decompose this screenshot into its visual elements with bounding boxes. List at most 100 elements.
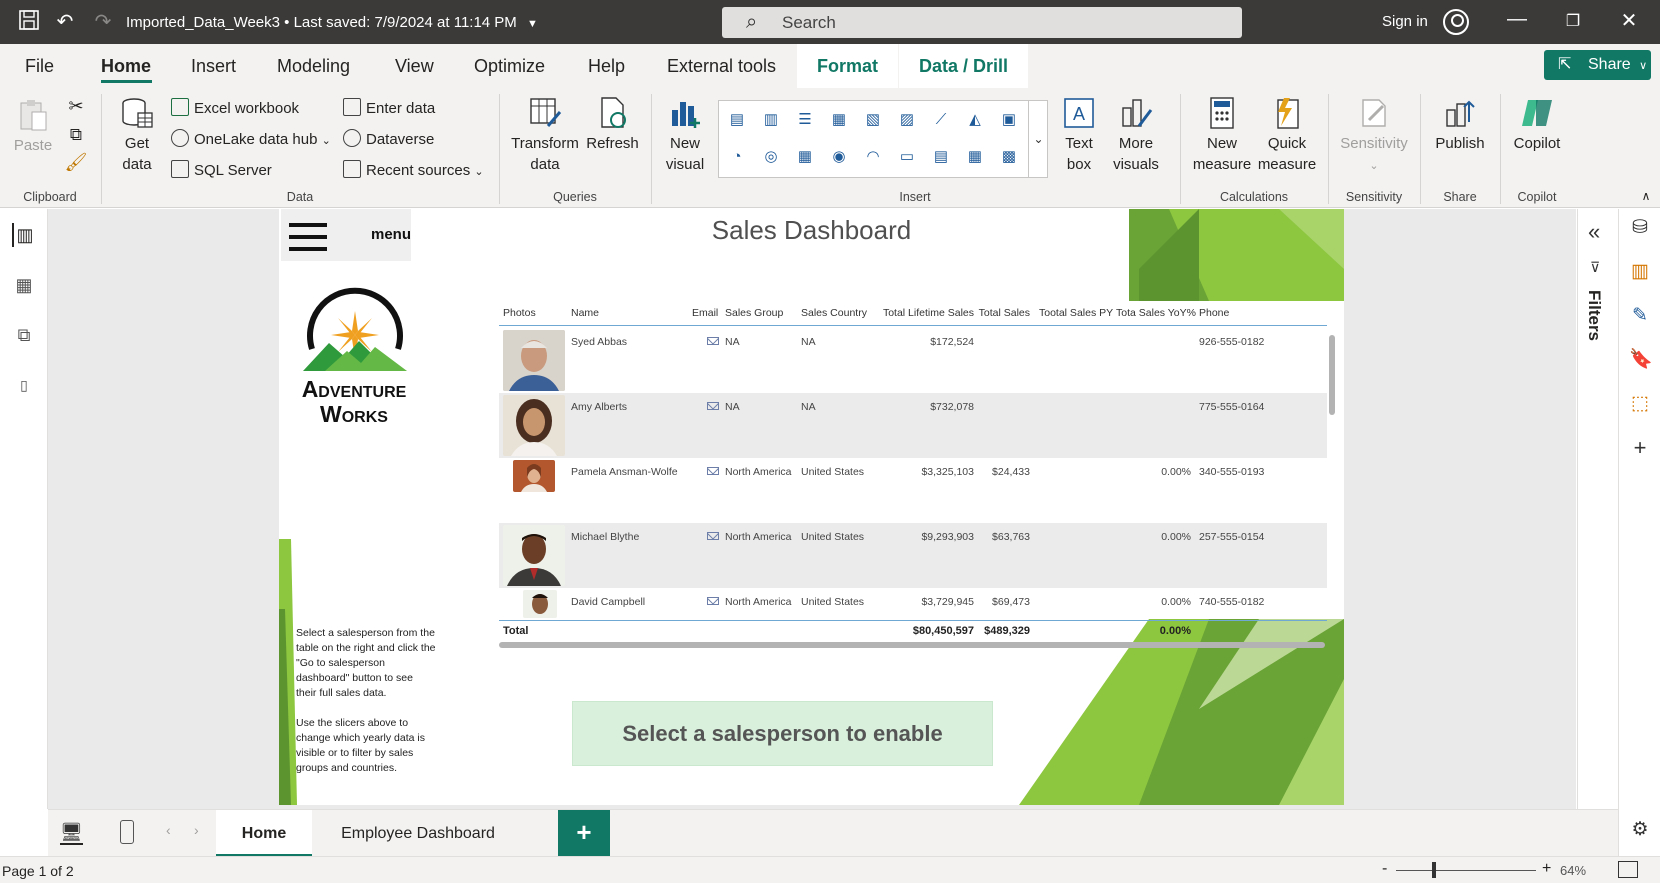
paste-button[interactable]: Paste [12, 98, 54, 156]
pie-chart-icon[interactable]: ◔ [725, 146, 749, 168]
donut-chart-icon[interactable]: ◎ [759, 146, 783, 168]
copilot-button[interactable]: Copilot [1508, 96, 1566, 154]
menu-insert[interactable]: Insert [191, 56, 236, 77]
more-visuals-button[interactable]: More visuals [1104, 96, 1168, 175]
col-header-email[interactable]: Email [692, 307, 718, 319]
email-icon[interactable] [707, 337, 719, 345]
sign-in-link[interactable]: Sign in [1382, 13, 1428, 30]
filters-label[interactable]: Filters [1584, 290, 1604, 341]
menu-modeling[interactable]: Modeling [277, 56, 350, 77]
salesperson-table[interactable]: Photos Name Email Sales Group Sales Coun… [499, 302, 1335, 648]
undo-icon[interactable]: ↶ [52, 9, 78, 35]
100-percent-column-icon[interactable]: ▨ [895, 109, 919, 131]
menu-help[interactable]: Help [588, 56, 625, 77]
stacked-column-chart-icon[interactable]: ▥ [759, 109, 783, 131]
menu-external-tools[interactable]: External tools [667, 56, 776, 77]
vertical-scrollbar[interactable] [1329, 335, 1335, 415]
line-chart-icon[interactable]: ⟋ [929, 109, 953, 131]
fit-to-page-icon[interactable] [1618, 861, 1638, 878]
desktop-layout-icon[interactable]: 🖥 [60, 822, 83, 845]
col-header-phone[interactable]: Phone [1199, 307, 1229, 319]
ribbon-chart-icon[interactable]: ▣ [997, 109, 1021, 131]
col-header-total-lifetime-sales[interactable]: Total Lifetime Sales [876, 307, 974, 319]
col-header-total-sales[interactable]: Total Sales [977, 307, 1030, 319]
chevron-down-icon[interactable]: ▼ [527, 18, 538, 30]
table-visual-icon[interactable]: ▦ [963, 146, 987, 168]
bookmark-icon[interactable]: 🔖 [1629, 349, 1653, 371]
close-icon[interactable]: ✕ [1614, 8, 1644, 33]
multi-row-card-icon[interactable]: ▤ [929, 146, 953, 168]
horizontal-scrollbar[interactable] [499, 642, 1325, 648]
tab-home[interactable]: Home [216, 810, 312, 857]
scroll-left-icon[interactable]: ‹ [166, 822, 171, 838]
card-icon[interactable]: ▭ [895, 146, 919, 168]
save-icon[interactable] [16, 9, 42, 35]
clustered-column-chart-icon[interactable]: ▦ [827, 109, 851, 131]
new-visual-button[interactable]: New visual [660, 96, 710, 175]
sql-server-button[interactable]: SQL Server [171, 160, 272, 179]
redo-icon[interactable]: ↷ [90, 9, 116, 35]
copy-icon[interactable]: ⧉ [64, 124, 88, 145]
data-pane-icon[interactable]: ⛁ [1629, 217, 1651, 239]
gallery-expand-icon[interactable]: ⌄ [1028, 100, 1048, 178]
menu-file[interactable]: File [25, 56, 54, 77]
zoom-slider-thumb[interactable] [1432, 862, 1436, 878]
cut-icon[interactable]: ✂ [64, 96, 88, 117]
settings-gear-icon[interactable]: ⚙ [1629, 819, 1651, 841]
minimize-icon[interactable]: — [1502, 8, 1532, 31]
email-icon[interactable] [707, 402, 719, 410]
publish-button[interactable]: Publish [1428, 96, 1492, 154]
area-chart-icon[interactable]: ◭ [963, 109, 987, 131]
get-data-button[interactable]: Get data [112, 96, 162, 175]
search-box[interactable]: ⌕ Search [722, 7, 1242, 38]
tab-employee-dashboard[interactable]: Employee Dashboard [318, 810, 518, 857]
col-header-sales-country[interactable]: Sales Country [801, 307, 867, 319]
email-icon[interactable] [707, 532, 719, 540]
enter-data-button[interactable]: Enter data [343, 98, 435, 117]
collapse-ribbon-icon[interactable]: ∧ [1636, 186, 1656, 207]
table-row[interactable]: Michael Blythe North America United Stat… [499, 523, 1327, 588]
add-page-button[interactable]: + [558, 810, 610, 857]
table-row[interactable]: David Campbell North America United Stat… [499, 588, 1327, 619]
new-measure-button[interactable]: New measure [1190, 96, 1254, 175]
100-percent-bar-icon[interactable]: ▧ [861, 109, 885, 131]
dataverse-button[interactable]: Dataverse [343, 129, 434, 148]
mobile-layout-icon[interactable] [120, 820, 134, 844]
visualizations-pane-icon[interactable]: ▥ [1629, 261, 1651, 283]
table-view-icon[interactable]: ▦ [12, 273, 36, 297]
account-avatar-icon[interactable] [1443, 9, 1469, 35]
col-header-yoy[interactable]: Tota Sales YoY% [1116, 307, 1196, 319]
zoom-in-icon[interactable]: + [1542, 860, 1551, 878]
table-row[interactable]: Amy Alberts NA NA $732,078 775-555-0164 [499, 393, 1327, 458]
scroll-right-icon[interactable]: › [194, 822, 199, 838]
zoom-slider[interactable] [1396, 870, 1536, 871]
email-icon[interactable] [707, 467, 719, 475]
treemap-icon[interactable]: ▦ [793, 146, 817, 168]
col-header-sales-group[interactable]: Sales Group [725, 307, 783, 319]
share-button[interactable]: ⇱ Share ∨ [1544, 50, 1651, 80]
col-header-name[interactable]: Name [571, 307, 599, 319]
col-header-total-sales-py[interactable]: Tootal Sales PY [1039, 307, 1113, 319]
menu-data-drill[interactable]: Data / Drill [899, 44, 1029, 88]
report-view-icon[interactable]: ▥ [12, 223, 36, 247]
menu-home[interactable]: Home [101, 56, 151, 77]
stacked-bar-chart-icon[interactable]: ▤ [725, 109, 749, 131]
menu-format[interactable]: Format [797, 44, 899, 88]
refresh-button[interactable]: Refresh [585, 96, 640, 154]
onelake-button[interactable]: OneLake data hub ⌄ [171, 129, 331, 148]
col-header-photos[interactable]: Photos [503, 307, 536, 319]
menu-view[interactable]: View [395, 56, 434, 77]
sensitivity-button[interactable]: Sensitivity ⌄ [1336, 96, 1412, 177]
format-pane-icon[interactable]: ✎ [1629, 305, 1651, 327]
model-view-icon[interactable]: ⧉ [12, 323, 36, 347]
map-icon[interactable]: ◉ [827, 146, 851, 168]
transform-data-button[interactable]: Transform data [510, 96, 580, 175]
table-row[interactable]: Pamela Ansman-Wolfe North America United… [499, 458, 1327, 523]
zoom-out-icon[interactable]: - [1382, 860, 1387, 878]
document-title[interactable]: Imported_Data_Week3 • Last saved: 7/9/20… [126, 14, 538, 31]
quick-measure-button[interactable]: Quick measure [1255, 96, 1319, 175]
dax-query-view-icon[interactable]: ▯ [12, 373, 36, 397]
matrix-icon[interactable]: ▩ [997, 146, 1021, 168]
text-box-button[interactable]: A Text box [1057, 96, 1101, 175]
excel-workbook-button[interactable]: Excel workbook [171, 98, 299, 117]
